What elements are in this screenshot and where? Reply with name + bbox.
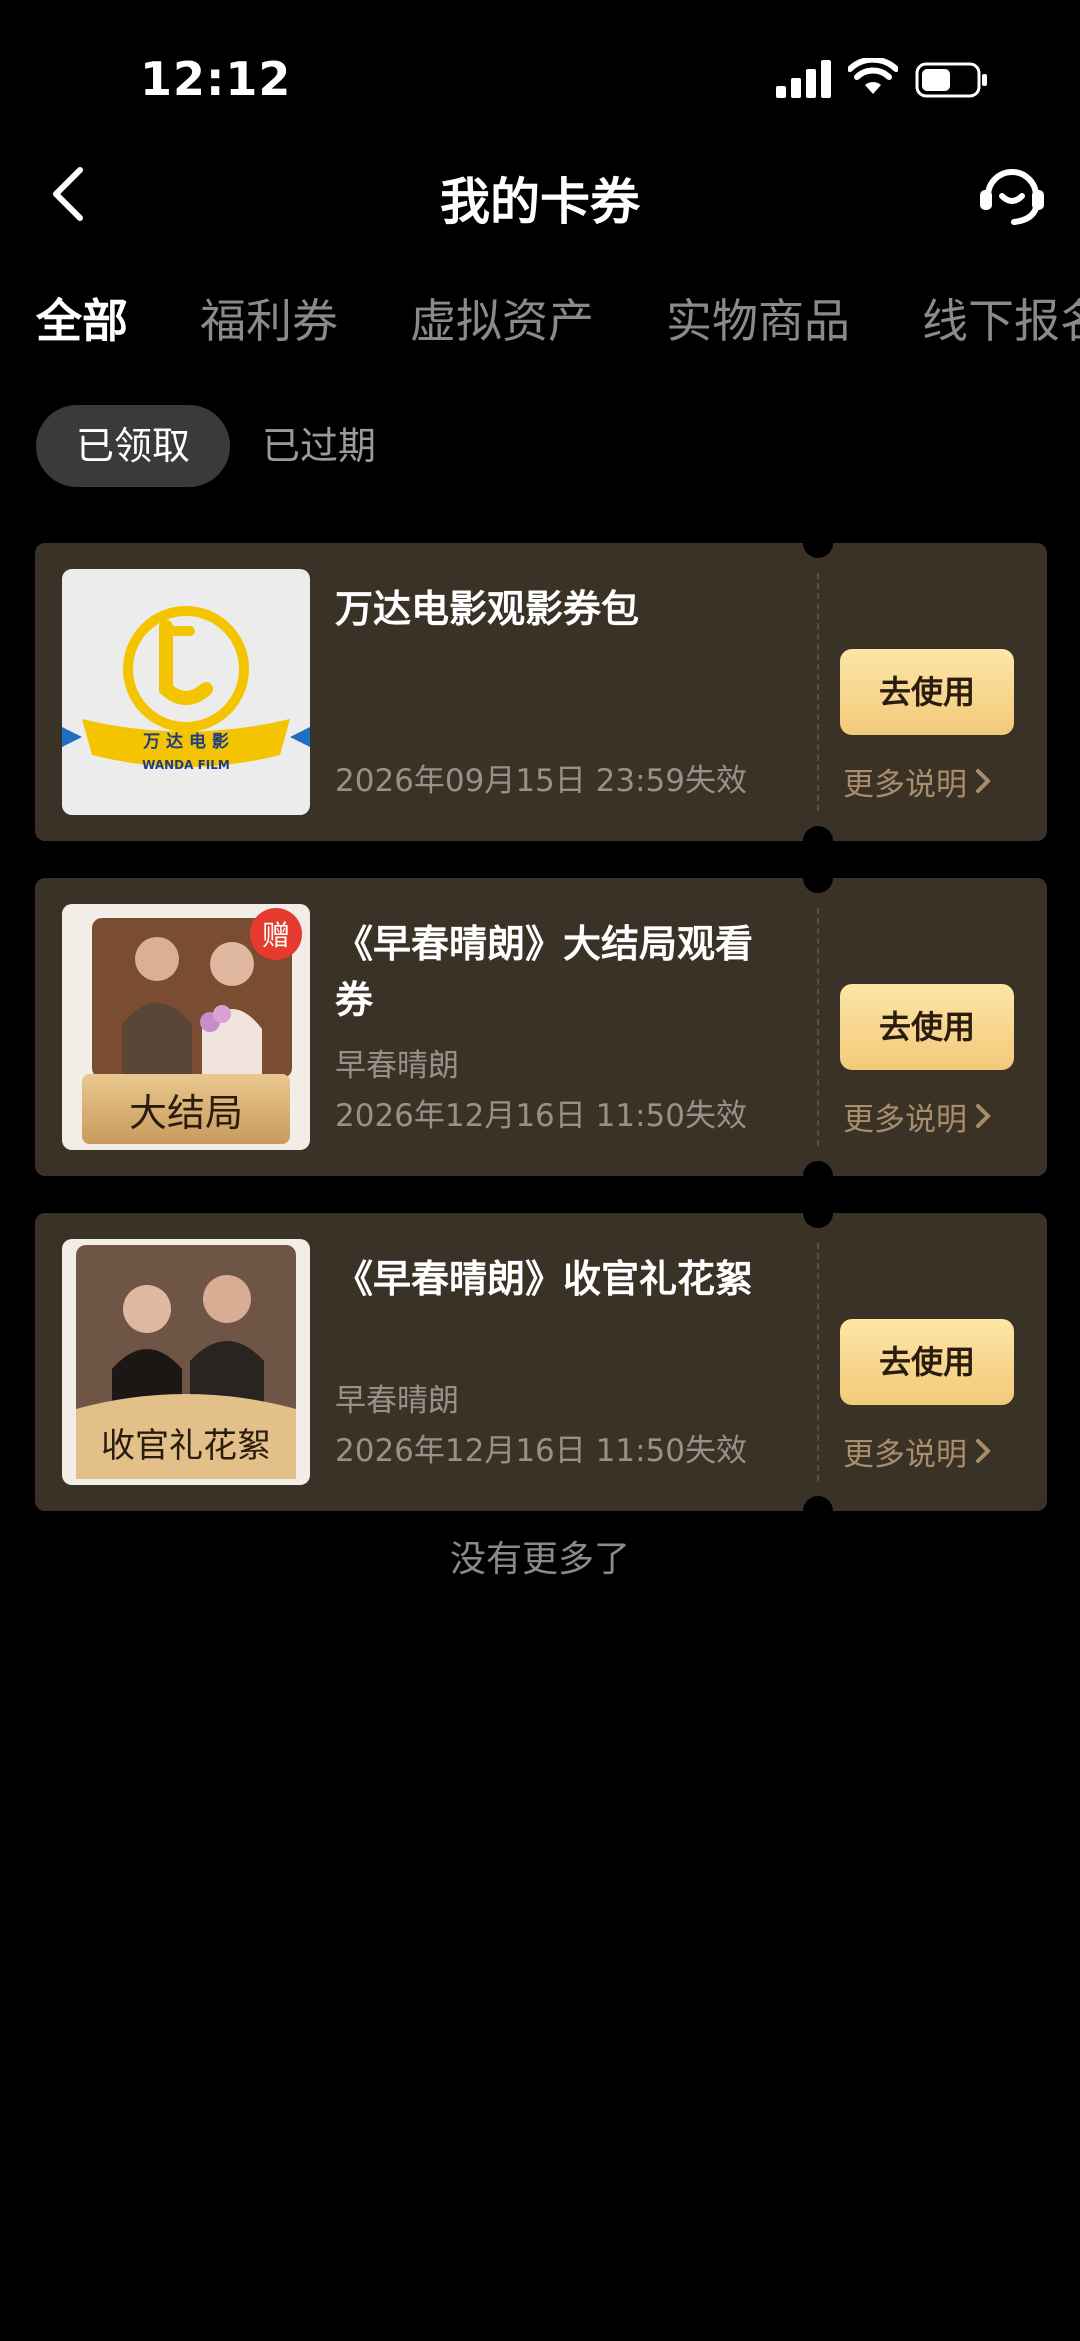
- nav-bar: 我的卡券: [0, 150, 1080, 240]
- chevron-right-icon: [976, 769, 991, 793]
- card-title: 万达电影观影券包: [335, 587, 640, 631]
- card-expire: 2026年12月16日 11:50失效: [335, 1098, 747, 1134]
- card-divider: [817, 908, 819, 1146]
- card-divider: [817, 573, 819, 811]
- more-info-label: 更多说明: [843, 1437, 967, 1473]
- logo-text: 万 达 电 影: [142, 731, 229, 752]
- filter-expired[interactable]: 已过期: [222, 405, 416, 487]
- chevron-right-icon: [976, 1439, 991, 1463]
- use-button[interactable]: 去使用: [840, 649, 1014, 735]
- card-expire: 2026年12月16日 11:50失效: [335, 1433, 747, 1469]
- tab-welfare-coupon[interactable]: 福利券: [200, 285, 338, 351]
- category-tabs: 全部 福利券 虚拟资产 实物商品 线下报名: [0, 285, 1080, 355]
- card-notch: [803, 1161, 833, 1176]
- gift-badge: 赠: [262, 919, 290, 952]
- customer-service-icon[interactable]: [976, 156, 1048, 228]
- tab-virtual-assets[interactable]: 虚拟资产: [410, 285, 594, 351]
- logo-subtext: WANDA FILM: [142, 758, 230, 772]
- card-title: 《早春晴朗》收官礼花絮: [335, 1257, 754, 1301]
- more-info-label: 更多说明: [843, 767, 967, 803]
- more-info-link[interactable]: 更多说明: [843, 1429, 993, 1474]
- card-title: 《早春晴朗》大结局观看券: [335, 922, 754, 1022]
- more-info-link[interactable]: 更多说明: [843, 1094, 993, 1139]
- battery-icon: [915, 62, 987, 98]
- card-notch: [803, 1213, 833, 1228]
- signal-icon: [776, 60, 831, 98]
- card-notch: [803, 543, 833, 558]
- end-of-list: 没有更多了: [449, 1539, 630, 1580]
- coupon-card[interactable]: 万 达 电 影 WANDA FILM 万达电影观影券包 2026年09月15日 …: [35, 543, 1047, 841]
- chevron-right-icon: [976, 1104, 991, 1128]
- tab-offline-signup[interactable]: 线下报名: [922, 285, 1080, 351]
- finale-poster: 大结局 赠: [62, 904, 310, 1150]
- tab-all[interactable]: 全部: [36, 285, 128, 351]
- card-expire: 2026年09月15日 23:59失效: [335, 763, 747, 799]
- filter-received[interactable]: 已领取: [36, 405, 231, 487]
- coupon-card[interactable]: 收官礼花絮 《早春晴朗》收官礼花絮 早春晴朗 2026年12月16日 11:50…: [35, 1213, 1047, 1511]
- coupon-card[interactable]: 大结局 赠 《早春晴朗》大结局观看券 早春晴朗 2026年12月16日 11:5…: [35, 878, 1047, 1176]
- card-notch: [803, 878, 833, 893]
- card-divider: [817, 1243, 819, 1481]
- tab-physical-goods[interactable]: 实物商品: [666, 285, 850, 351]
- poster-label: 收官礼花絮: [101, 1426, 271, 1466]
- poster-label: 大结局: [129, 1091, 243, 1135]
- use-button[interactable]: 去使用: [840, 1319, 1014, 1405]
- more-info-label: 更多说明: [843, 1102, 967, 1138]
- page-title: 我的卡券: [440, 173, 640, 231]
- use-button[interactable]: 去使用: [840, 984, 1014, 1070]
- card-notch: [803, 1496, 833, 1511]
- card-notch: [803, 826, 833, 841]
- card-subtitle: 早春晴朗: [335, 1383, 459, 1419]
- card-subtitle: 早春晴朗: [335, 1048, 459, 1084]
- wifi-icon: [848, 58, 898, 94]
- ceremony-poster: 收官礼花絮: [62, 1239, 310, 1485]
- status-time: 12:12: [140, 52, 292, 106]
- status-bar: 12:12: [0, 0, 1080, 160]
- wanda-film-logo: 万 达 电 影 WANDA FILM: [62, 569, 310, 815]
- more-info-link[interactable]: 更多说明: [843, 759, 993, 804]
